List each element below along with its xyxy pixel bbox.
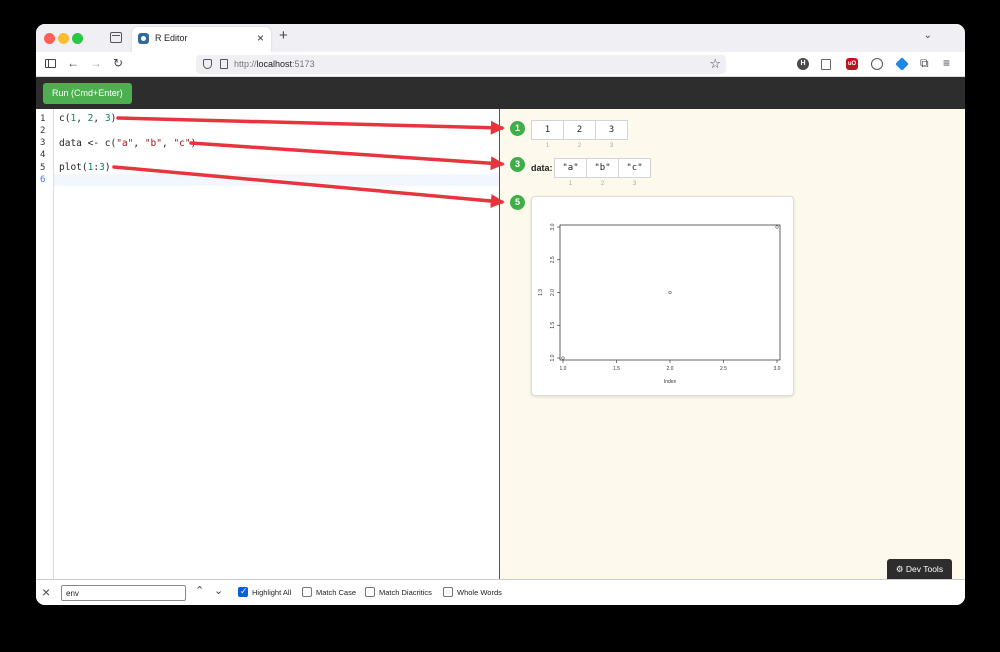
x-axis-label: Index [664,379,677,385]
variable-name-label: data: [531,163,553,173]
vector-cell: 33 [595,120,628,149]
line-number-gutter: 1 2 3 4 5 6 [36,109,54,579]
line-number: 5 [40,163,46,173]
page-icon[interactable] [220,59,228,69]
tab-list-icon[interactable] [110,32,122,43]
url-bar[interactable]: http://localhost:5173 ☆ [196,55,726,74]
match-diacritics-checkbox[interactable] [365,587,375,597]
scatter-plot: 1.0 1.5 2.0 2.5 3.0 1.0 1.5 2.0 2.5 3.0 Index 1:3 [538,223,781,385]
hamburger-menu-icon[interactable]: ≡ [943,56,950,70]
numeric-vector-output: 11 22 33 [531,120,628,149]
data-point [561,356,565,360]
line-number: 3 [40,138,46,148]
x-tick-label: 2.0 [667,366,674,372]
match-diacritics-option[interactable]: Match Diacritics [365,587,432,597]
back-arrow-icon[interactable]: ← [67,56,79,70]
forward-arrow-icon[interactable]: → [90,56,102,70]
close-icon[interactable]: × [42,584,50,600]
whole-words-checkbox[interactable] [443,587,453,597]
reader-view-icon[interactable] [821,59,831,70]
active-line-highlight [54,174,499,186]
y-axis-label: 1:3 [538,289,544,296]
plot-output-card: 1.0 1.5 2.0 2.5 3.0 1.0 1.5 2.0 2.5 3.0 Index 1:3 [531,196,794,396]
extensions-puzzle-icon[interactable]: ⧉ [920,56,929,70]
vector-cell: "a" 1 [554,158,587,187]
bookmark-star-icon[interactable]: ☆ [709,56,721,72]
vector-cell: 22 [563,120,596,149]
url-text[interactable]: http://localhost:5173 [234,59,315,69]
line-number-active: 6 [40,175,46,185]
tab-close-icon[interactable]: × [257,31,264,45]
close-window-button[interactable] [44,33,55,44]
r-editor-favicon-icon [138,33,149,44]
data-point [668,290,672,295]
highlight-all-option[interactable]: Highlight All [238,586,291,597]
x-tick-label: 2.5 [720,366,727,372]
browser-window: R Editor × + ⌄ ← → ↻ http://localhost:51… [36,24,965,605]
shield-icon[interactable] [203,59,212,69]
layers-extension-icon[interactable] [895,57,909,71]
x-tick-label: 1.5 [613,366,620,372]
highlight-all-checkbox[interactable] [238,586,248,597]
tab-strip: R Editor × + ⌄ [36,24,965,52]
y-tick-label: 3.0 [550,223,556,230]
navigation-bar: ← → ↻ http://localhost:5173 ☆ H uO ⧉ ≡ [36,52,965,77]
dev-tools-button[interactable]: ⚙ Dev Tools [887,559,952,579]
line-badge: 3 [510,157,525,172]
data-point [775,225,779,229]
y-tick-label: 1.5 [550,322,556,329]
line-badge: 5 [510,195,525,210]
y-tick-label: 1.0 [550,354,556,361]
new-tab-icon[interactable]: + [279,27,288,44]
vector-cell: "c" 3 [618,158,651,187]
tab-title: R Editor [155,33,188,43]
vector-cell: "b" 2 [586,158,619,187]
character-vector-output: "a" 1 "b" 2 "c" 3 [554,158,651,187]
match-case-checkbox[interactable] [302,587,312,597]
line-number: 4 [40,150,46,160]
tab-r-editor[interactable]: R Editor × [132,27,271,52]
output-pane: 1 11 22 33 3 data: "a" 1 "b" 2 "c" 3 5 1.0 1… [500,109,965,579]
app-toolbar: Run (Cmd+Enter) [36,77,965,109]
run-button[interactable]: Run (Cmd+Enter) [43,83,132,104]
reload-icon[interactable]: ↻ [113,56,123,70]
find-bar: × ⌃ ⌄ Highlight All Match Case Match Dia… [36,579,965,605]
y-tick-label: 2.0 [550,289,556,296]
line-badge: 1 [510,121,525,136]
code-line-1[interactable]: c(1, 2, 3) [59,113,116,124]
whole-words-option[interactable]: Whole Words [443,587,502,597]
privacy-extension-icon[interactable] [871,58,883,70]
chevron-down-icon[interactable]: ⌄ [924,30,932,41]
sidebar-icon[interactable] [45,59,56,68]
x-tick-label: 1.0 [560,366,567,372]
line-number: 2 [40,126,46,136]
plot-frame [559,224,781,361]
find-input[interactable] [61,585,186,601]
x-tick-label: 3.0 [774,366,781,372]
match-case-option[interactable]: Match Case [302,587,356,597]
extension-h-icon[interactable]: H [797,58,809,70]
y-tick-label: 2.5 [550,256,556,263]
minimize-window-button[interactable] [58,33,69,44]
zoom-window-button[interactable] [72,33,83,44]
find-previous-icon[interactable]: ⌃ [195,584,204,597]
ublock-origin-icon[interactable]: uO [846,58,858,70]
code-editor[interactable]: 1 2 3 4 5 6 c(1, 2, 3) data <- c("a", "b… [36,109,499,579]
vector-cell: 11 [531,120,564,149]
code-line-3[interactable]: data <- c("a", "b", "c") [59,138,196,149]
find-next-icon[interactable]: ⌄ [214,584,223,597]
code-line-5[interactable]: plot(1:3) [59,162,111,173]
line-number: 1 [40,114,46,124]
